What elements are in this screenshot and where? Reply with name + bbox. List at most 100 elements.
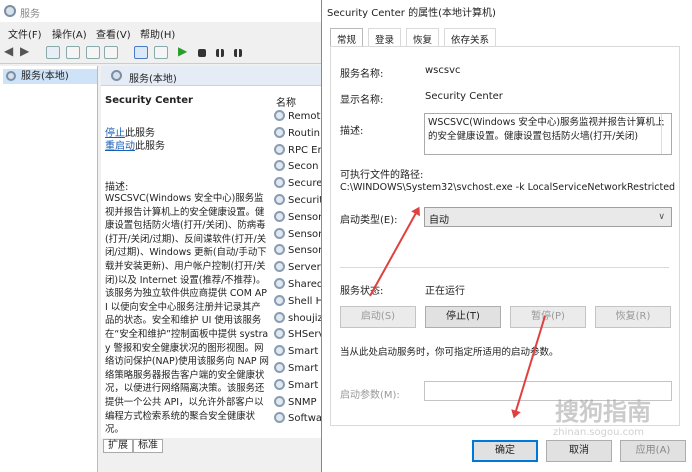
service-gear-icon: [274, 126, 285, 138]
back-arrow-icon[interactable]: ◀: [4, 44, 18, 58]
tab-dependencies[interactable]: 依存关系: [444, 28, 497, 46]
display-name-label: 显示名称:: [340, 95, 384, 106]
watermark-url: zhinan.sogou.com: [553, 427, 645, 438]
description-label: 描述:: [105, 182, 129, 193]
service-list-item-name: SNMP: [288, 396, 317, 408]
start-button[interactable]: 启动(S): [340, 306, 416, 328]
tab-logon[interactable]: 登录: [368, 28, 402, 46]
dialog-title: Security Center 的属性(本地计算机): [327, 8, 496, 19]
services-panel-header: 服务(本地): [101, 66, 326, 86]
display-name-value: Security Center: [425, 91, 503, 102]
tab-extended[interactable]: 扩展: [103, 439, 133, 453]
console-tree: 服务(本地): [0, 66, 98, 472]
apply-button[interactable]: 应用(A): [620, 440, 686, 462]
service-list-item-name: Remot: [288, 111, 321, 122]
tab-general[interactable]: 常规: [330, 28, 364, 47]
pause-icon[interactable]: [216, 49, 224, 57]
description-scrollbar[interactable]: [661, 114, 671, 154]
tree-item-services-local[interactable]: 服务(本地): [3, 69, 97, 84]
refresh-icon[interactable]: [86, 46, 100, 59]
service-list-item-name: Securit: [288, 195, 324, 206]
tab-recovery[interactable]: 恢复: [406, 28, 440, 46]
selected-service-name: Security Center: [105, 95, 193, 106]
watermark-logo: 搜狗指南: [555, 398, 651, 426]
play-icon[interactable]: ▶: [178, 44, 192, 58]
service-gear-icon: [274, 194, 285, 205]
service-list-item[interactable]: SNMP: [274, 395, 317, 412]
general-tab-panel: 服务名称: wscsvc 显示名称: Security Center 描述: W…: [330, 46, 680, 426]
console-tree-icon[interactable]: [46, 46, 60, 59]
description-textbox[interactable]: WSCSVC(Windows 安全中心)服务监视并报告计算机上的安全健康设置。健…: [424, 113, 672, 155]
service-list-item[interactable]: RPC Er: [274, 143, 322, 160]
start-params-label: 启动参数(M):: [340, 390, 400, 401]
startup-type-label: 启动类型(E):: [340, 215, 398, 226]
stop-button[interactable]: 停止(T): [425, 306, 501, 328]
service-list-item[interactable]: Shell H: [274, 294, 323, 311]
service-list-item-name: shoujiz: [288, 312, 323, 324]
menu-action[interactable]: 操作(A): [52, 26, 87, 41]
view-tabs: 扩展 标准: [101, 438, 326, 454]
restart-icon[interactable]: [234, 49, 242, 57]
service-description-panel: Security Center 停止此服务 重启动此服务 描述: WSCSVC(…: [101, 86, 271, 438]
service-list-item-name: Softwa: [288, 413, 323, 425]
panel-header-title: 服务(本地): [129, 74, 177, 85]
description-label: 描述:: [340, 126, 364, 137]
service-name-label: 服务名称:: [340, 69, 384, 80]
menu-view[interactable]: 查看(V): [96, 26, 131, 41]
service-list-item[interactable]: SHServ: [274, 328, 324, 344]
menu-file[interactable]: 文件(F): [8, 26, 42, 41]
menu-help[interactable]: 帮助(H): [140, 26, 175, 41]
service-list-item-name: Sensor: [288, 211, 323, 223]
service-list-item-name: Sensor: [288, 245, 323, 257]
service-gear-icon: [274, 362, 285, 373]
stop-icon[interactable]: [198, 49, 206, 57]
tab-standard[interactable]: 标准: [133, 439, 163, 453]
service-description-text: WSCSVC(Windows 安全中心)服务监视并报告计算机上的安全健康设置。健…: [105, 193, 269, 436]
service-gear-icon: [274, 278, 285, 289]
resume-button[interactable]: 恢复(R): [595, 306, 671, 328]
service-gear-icon: [274, 395, 285, 407]
service-list-item[interactable]: Remot: [274, 110, 320, 126]
service-gear-icon: [274, 210, 285, 222]
service-list-item[interactable]: Softwa: [274, 412, 322, 428]
service-list-item-name: Smart: [288, 346, 319, 358]
service-list-item-name: SHServ: [288, 329, 325, 341]
service-list-item[interactable]: Sensor: [274, 210, 323, 227]
pause-button[interactable]: 暂停(P): [510, 306, 586, 328]
restart-service-link[interactable]: 重启动: [105, 141, 135, 152]
service-list-item[interactable]: Shared: [274, 278, 323, 294]
services-gear-icon: [6, 71, 16, 81]
service-list-item-name: Smart: [288, 363, 319, 374]
properties-icon[interactable]: [154, 46, 168, 59]
startup-type-select[interactable]: 自动 ∨: [424, 207, 672, 227]
service-list-item[interactable]: Sensor: [274, 244, 322, 260]
service-gear-icon: [274, 177, 285, 189]
services-gear-icon: [111, 70, 122, 81]
service-list-item-name: Shared: [288, 279, 324, 290]
service-list-item-name: Server: [288, 262, 321, 274]
service-list-item[interactable]: Smart: [274, 345, 318, 361]
service-list-item[interactable]: Secon: [274, 160, 318, 176]
service-list-item[interactable]: Secure: [274, 177, 322, 193]
service-list-item[interactable]: Smart: [274, 378, 319, 395]
service-list-item[interactable]: shoujiz: [274, 311, 323, 328]
service-list-item[interactable]: Securit: [274, 194, 323, 210]
startup-type-value: 自动: [429, 215, 449, 226]
service-gear-icon: [274, 143, 285, 155]
service-gear-icon: [274, 412, 285, 424]
ok-button[interactable]: 确定: [472, 440, 538, 462]
service-list-item[interactable]: Sensor: [274, 227, 322, 244]
cancel-button[interactable]: 取消: [546, 440, 612, 462]
exe-path-label: 可执行文件的路径:: [340, 170, 424, 181]
service-list-item[interactable]: Smart: [274, 362, 318, 378]
export-icon[interactable]: [104, 46, 118, 59]
service-list-item-name: Smart: [288, 379, 319, 391]
view-list-icon[interactable]: [66, 46, 80, 59]
column-header-name[interactable]: 名称: [276, 94, 296, 109]
forward-arrow-icon[interactable]: ▶: [20, 44, 34, 58]
service-list-item[interactable]: Routin: [274, 126, 320, 143]
help-icon[interactable]: [134, 46, 148, 59]
service-name-value: wscsvc: [425, 65, 461, 76]
start-params-hint: 当从此处启动服务时，你可指定所适用的启动参数。: [340, 347, 559, 358]
service-list-item[interactable]: Server: [274, 261, 321, 277]
